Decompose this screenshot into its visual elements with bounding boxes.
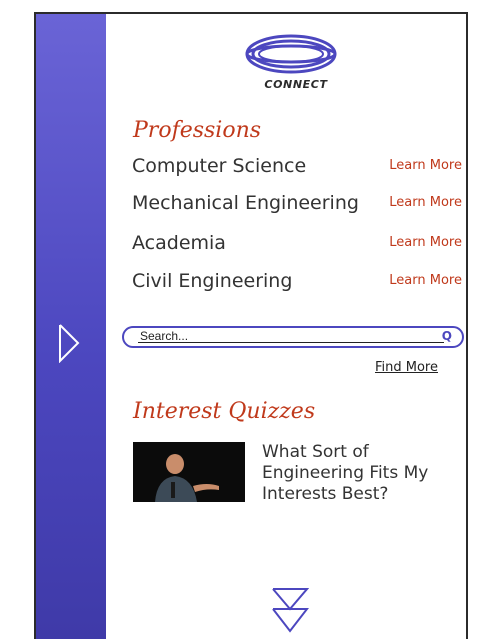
learn-more-link[interactable]: Learn More bbox=[389, 235, 462, 250]
presenter-photo-icon bbox=[133, 442, 245, 502]
quiz-title-link[interactable]: What Sort of Engineering Fits My Interes… bbox=[262, 442, 462, 505]
profession-name[interactable]: Mechanical Engineering bbox=[132, 192, 359, 214]
profession-name[interactable]: Computer Science bbox=[132, 155, 306, 177]
profession-row: Academia Learn More bbox=[132, 232, 462, 258]
profession-row: Computer Science Learn More bbox=[132, 155, 462, 181]
learn-more-link[interactable]: Learn More bbox=[389, 195, 462, 210]
professions-title: Professions bbox=[133, 118, 262, 143]
profession-row: Civil Engineering Learn More bbox=[132, 270, 462, 296]
sidebar bbox=[36, 14, 106, 639]
quiz-thumbnail[interactable] bbox=[133, 442, 245, 502]
find-more-link[interactable]: Find More bbox=[375, 360, 438, 375]
expand-sidebar-icon[interactable] bbox=[58, 323, 80, 363]
search-input[interactable]: Search... bbox=[140, 329, 188, 343]
learn-more-link[interactable]: Learn More bbox=[389, 273, 462, 288]
search-icon[interactable]: Q bbox=[442, 329, 452, 343]
search-bar[interactable]: Search... Q bbox=[122, 326, 464, 348]
app-frame: CONNECT Professions Computer Science Lea… bbox=[34, 12, 468, 639]
logo-text: CONNECT bbox=[264, 78, 328, 91]
profession-name[interactable]: Academia bbox=[132, 232, 226, 254]
interest-quizzes-title: Interest Quizzes bbox=[133, 399, 316, 424]
profession-row: Mechanical Engineering Learn More bbox=[132, 192, 462, 218]
profession-name[interactable]: Civil Engineering bbox=[132, 270, 292, 292]
learn-more-link[interactable]: Learn More bbox=[389, 158, 462, 173]
scroll-down-icon[interactable] bbox=[271, 587, 309, 633]
search-underline bbox=[138, 342, 444, 343]
